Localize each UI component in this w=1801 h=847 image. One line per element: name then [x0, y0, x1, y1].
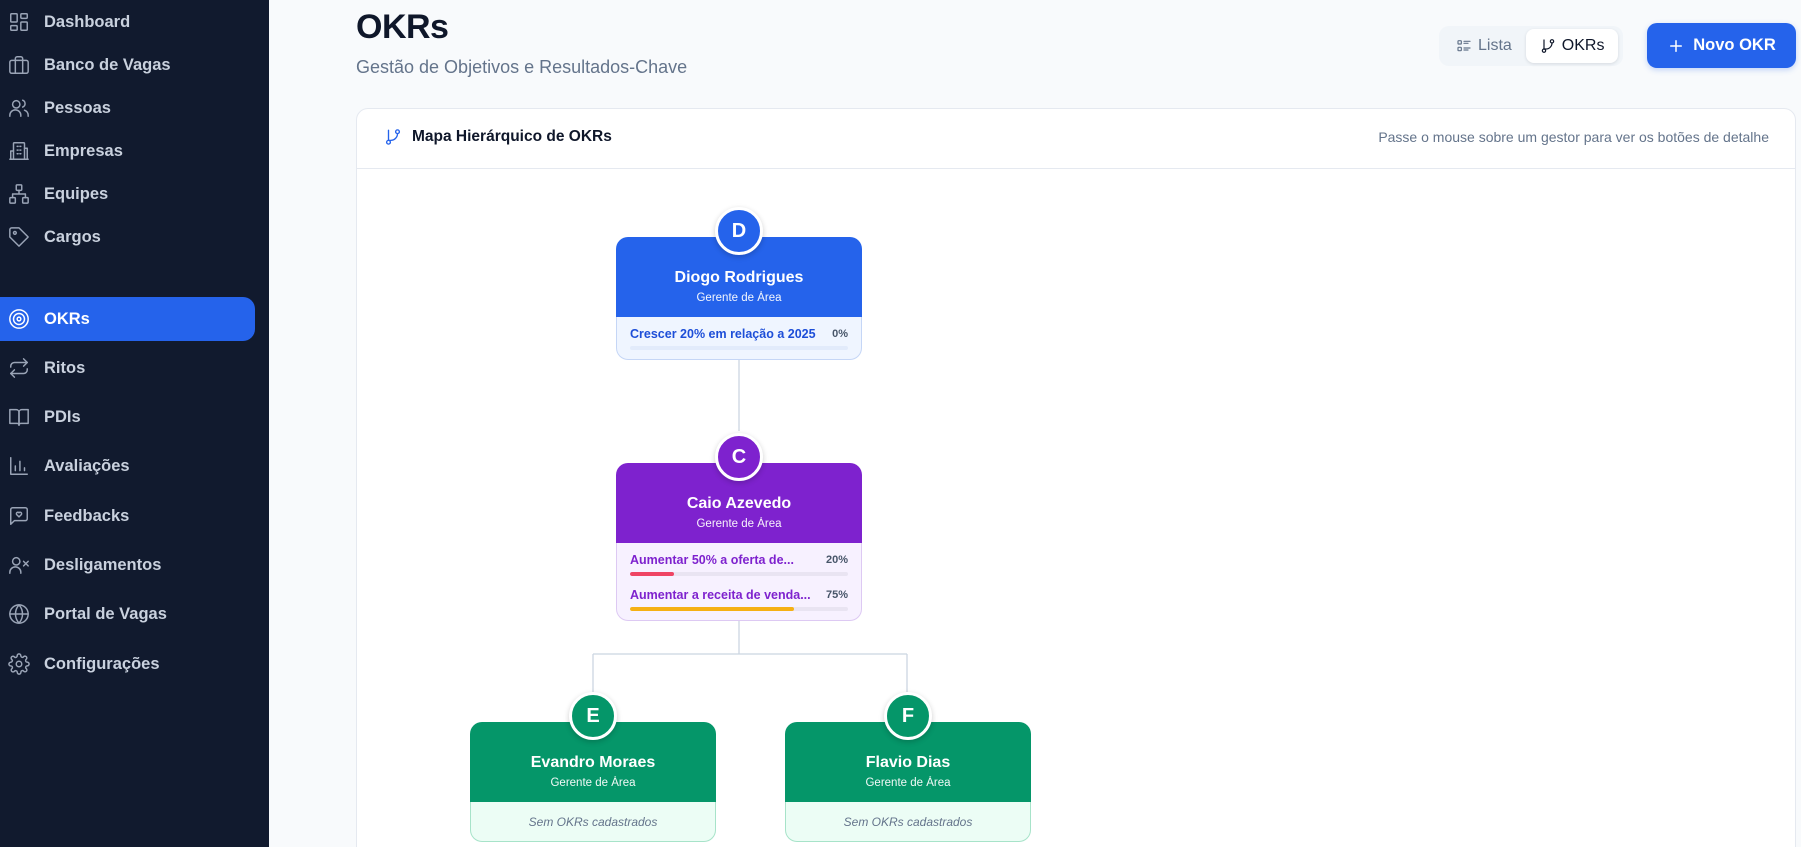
new-okr-button[interactable]: Novo OKR — [1647, 23, 1796, 68]
page-subtitle: Gestão de Objetivos e Resultados-Chave — [356, 57, 688, 77]
sidebar-item-equipes[interactable]: Equipes — [0, 172, 255, 216]
view-list-button[interactable]: Lista — [1442, 29, 1526, 63]
manager-role: Gerente de Área — [696, 292, 782, 304]
manager-name: Evandro Moraes — [530, 754, 656, 771]
map-title-text: Mapa Hierárquico de OKRs — [412, 128, 612, 145]
sidebar-item-configuracoes[interactable]: Configurações — [0, 642, 255, 686]
sidebar-item-dashboard[interactable]: Dashboard — [0, 0, 255, 44]
sidebar-item-label: Cargos — [44, 227, 101, 246]
tag-icon — [8, 226, 30, 248]
avatar: C — [715, 433, 763, 481]
sidebar-item-label: Pessoas — [44, 98, 111, 117]
book-icon — [8, 406, 30, 428]
map-header: Mapa Hierárquico de OKRs Passe o mouse s… — [357, 109, 1795, 169]
view-okrs-button[interactable]: OKRs — [1525, 29, 1619, 63]
progress-track — [630, 572, 848, 576]
okr-map-card: Mapa Hierárquico de OKRs Passe o mouse s… — [356, 108, 1796, 847]
sidebar-item-okrs[interactable]: OKRs — [0, 297, 255, 341]
empty-okrs-text: Sem OKRs cadastrados — [528, 815, 658, 829]
manager-name: Caio Azevedo — [686, 495, 792, 512]
sidebar-item-label: OKRs — [44, 309, 90, 328]
okr-node-manager[interactable]: E Evandro Moraes Gerente de Área Sem OKR… — [470, 692, 716, 842]
new-okr-label: Novo OKR — [1693, 36, 1776, 54]
progress-track — [630, 346, 848, 350]
sidebar-item-label: Empresas — [44, 141, 123, 160]
sidebar-item-label: Avaliações — [44, 456, 130, 475]
gear-icon — [8, 653, 30, 675]
building-icon — [8, 140, 30, 162]
okr-node-manager[interactable]: F Flavio Dias Gerente de Área Sem OKRs c… — [785, 692, 1031, 842]
git-branch-icon — [1541, 39, 1555, 53]
objective-item[interactable]: Aumentar a receita de venda... 75% — [630, 586, 848, 615]
user-x-icon — [8, 554, 30, 576]
manager-name: Flavio Dias — [865, 754, 951, 771]
node-objectives: Crescer 20% em relação a 2025 0% — [616, 317, 862, 360]
sidebar-item-label: Banco de Vagas — [44, 55, 171, 74]
dashboard-icon — [8, 11, 30, 33]
avatar: E — [569, 692, 617, 740]
sidebar: Dashboard Banco de Vagas Pessoas Empresa… — [0, 0, 269, 847]
map-title: Mapa Hierárquico de OKRs — [384, 128, 612, 146]
objective-percent: 75% — [825, 589, 848, 601]
sidebar-item-label: Portal de Vagas — [44, 604, 167, 623]
network-icon — [8, 183, 30, 205]
view-okrs-label: OKRs — [1561, 37, 1605, 54]
sidebar-item-avaliacoes[interactable]: Avaliações — [0, 444, 255, 488]
target-icon — [8, 308, 30, 330]
main-content: OKRs Gestão de Objetivos e Resultados-Ch… — [269, 0, 1801, 847]
sidebar-item-desligamentos[interactable]: Desligamentos — [0, 543, 255, 587]
progress-fill — [630, 607, 794, 611]
progress-fill — [630, 572, 674, 576]
git-branch-icon — [385, 129, 401, 145]
view-list-label: Lista — [1478, 37, 1512, 54]
plus-icon — [1670, 39, 1683, 52]
sidebar-item-label: Equipes — [44, 184, 109, 203]
objective-item[interactable]: Crescer 20% em relação a 2025 0% — [630, 325, 848, 354]
map-hint: Passe o mouse sobre um gestor para ver o… — [1378, 129, 1769, 145]
sidebar-item-cargos[interactable]: Cargos — [0, 215, 255, 259]
repeat-icon — [8, 357, 30, 379]
okr-node-manager[interactable]: D Diogo Rodrigues Gerente de Área Cresce… — [616, 207, 862, 360]
sidebar-item-label: Feedbacks — [44, 506, 130, 525]
bar-chart-icon — [8, 455, 30, 477]
manager-role: Gerente de Área — [696, 518, 782, 530]
sidebar-item-label: PDIs — [44, 407, 81, 426]
sidebar-item-label: Desligamentos — [44, 555, 162, 574]
objective-item[interactable]: Aumentar 50% a oferta de... 20% — [630, 551, 848, 580]
avatar: D — [715, 207, 763, 255]
empty-okrs-text: Sem OKRs cadastrados — [843, 815, 973, 829]
sidebar-item-empresas[interactable]: Empresas — [0, 129, 255, 173]
objective-label: Aumentar 50% a oferta de... — [630, 553, 794, 567]
sidebar-item-ritos[interactable]: Ritos — [0, 346, 255, 390]
manager-name: Diogo Rodrigues — [674, 269, 804, 286]
objective-label: Crescer 20% em relação a 2025 — [630, 327, 816, 341]
page-title: OKRs — [356, 8, 449, 46]
node-objectives: Sem OKRs cadastrados — [470, 802, 716, 842]
globe-icon — [8, 603, 30, 625]
sidebar-item-label: Configurações — [44, 654, 160, 673]
manager-role: Gerente de Área — [550, 777, 636, 789]
sidebar-item-label: Dashboard — [44, 12, 131, 31]
node-objectives: Sem OKRs cadastrados — [785, 802, 1031, 842]
objective-percent: 20% — [825, 554, 848, 566]
sidebar-item-banco-de-vagas[interactable]: Banco de Vagas — [0, 43, 255, 87]
manager-role: Gerente de Área — [865, 777, 951, 789]
sidebar-item-pdis[interactable]: PDIs — [0, 395, 255, 439]
sidebar-item-feedbacks[interactable]: Feedbacks — [0, 494, 255, 538]
progress-track — [630, 607, 848, 611]
okr-node-manager[interactable]: C Caio Azevedo Gerente de Área Aumentar … — [616, 433, 862, 621]
avatar: F — [884, 692, 932, 740]
users-icon — [8, 97, 30, 119]
sidebar-item-label: Ritos — [44, 358, 86, 377]
sidebar-item-portal-de-vagas[interactable]: Portal de Vagas — [0, 592, 255, 636]
view-toggle: Lista OKRs — [1439, 26, 1623, 66]
sidebar-item-pessoas[interactable]: Pessoas — [0, 86, 255, 130]
node-objectives: Aumentar 50% a oferta de... 20% Aumentar… — [616, 543, 862, 621]
briefcase-icon — [8, 54, 30, 76]
objective-label: Aumentar a receita de venda... — [630, 588, 811, 602]
list-icon — [1457, 40, 1471, 52]
objective-percent: 0% — [832, 328, 848, 340]
message-heart-icon — [8, 505, 30, 527]
